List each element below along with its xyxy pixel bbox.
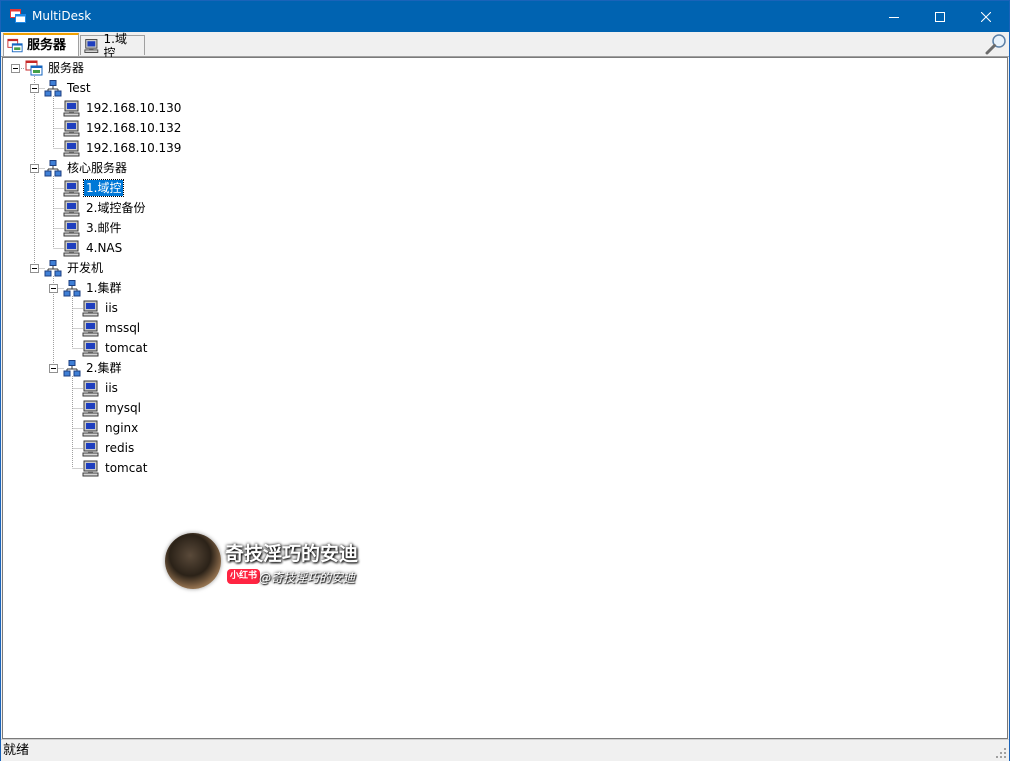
status-text: 就绪: [3, 743, 30, 758]
tree-node-label: 192.168.10.130: [86, 101, 182, 115]
tree-node-label: Test: [67, 81, 91, 95]
tree-node-label: 2.域控备份: [86, 201, 146, 215]
close-icon: [981, 11, 991, 22]
tree-node-label: 192.168.10.132: [86, 121, 182, 135]
network-icon: [63, 280, 81, 297]
resize-grip-icon[interactable]: [995, 747, 1007, 759]
server-tree[interactable]: 服务器 Test 192.168.10.130 192.168.10.132 1…: [2, 57, 1008, 739]
tree-node-label: nginx: [105, 421, 139, 435]
close-button[interactable]: [963, 1, 1009, 32]
watermark-title: 奇技淫巧的安迪: [225, 543, 359, 565]
computer-icon: [63, 240, 81, 257]
tree-node-label: 2.集群: [86, 361, 122, 375]
tree-item-host[interactable]: iis: [82, 378, 120, 398]
tree-subgroup-cluster-1[interactable]: 1.集群: [63, 278, 123, 298]
tree-item-host[interactable]: 2.域控备份: [63, 198, 147, 218]
minimize-button[interactable]: [871, 1, 917, 32]
tree-node-label-selected: 1.域控: [82, 179, 125, 197]
tree-item-host[interactable]: nginx: [82, 418, 140, 438]
tab-servers[interactable]: 服务器: [3, 33, 79, 56]
tree-node-label: 4.NAS: [86, 241, 123, 255]
tree-node-label: iis: [105, 381, 118, 395]
tree-node-label: tomcat: [105, 461, 148, 475]
computer-icon: [82, 300, 100, 317]
tree-node-label: 服务器: [48, 61, 85, 75]
computer-icon: [82, 340, 100, 357]
computer-icon: [82, 320, 100, 337]
tree-root-servers[interactable]: 服务器: [25, 58, 86, 78]
multidesk-window: MultiDesk 服务器 1.域控 服务器 Test 192.168.10.1…: [0, 0, 1010, 761]
collapse-toggle[interactable]: [30, 84, 39, 93]
collapse-toggle[interactable]: [30, 164, 39, 173]
tree-item-host[interactable]: 1.域控: [63, 178, 125, 198]
maximize-button[interactable]: [917, 1, 963, 32]
network-icon: [44, 160, 62, 177]
tree-item-host[interactable]: iis: [82, 298, 120, 318]
tree-item-host[interactable]: tomcat: [82, 338, 149, 358]
status-bar: 就绪: [1, 739, 1009, 761]
tree-item-host[interactable]: 192.168.10.130: [63, 98, 183, 118]
computer-icon: [82, 440, 100, 457]
tree-item-host[interactable]: redis: [82, 438, 136, 458]
computer-icon: [63, 120, 81, 137]
computer-icon: [63, 200, 81, 217]
tree-item-host[interactable]: tomcat: [82, 458, 149, 478]
maximize-icon: [935, 11, 945, 22]
computer-icon: [84, 38, 100, 54]
tree-node-label: mssql: [105, 321, 141, 335]
network-icon: [44, 80, 62, 97]
tree-group-core-servers[interactable]: 核心服务器: [44, 158, 129, 178]
tree-node-label: 192.168.10.139: [86, 141, 182, 155]
tree-node-label: tomcat: [105, 341, 148, 355]
window-title: MultiDesk: [32, 9, 92, 23]
tree-group-dev-machines[interactable]: 开发机: [44, 258, 105, 278]
tree-item-host[interactable]: 192.168.10.139: [63, 138, 183, 158]
collapse-toggle[interactable]: [30, 264, 39, 273]
network-icon: [63, 360, 81, 377]
computer-icon: [82, 380, 100, 397]
tree-node-label: mysql: [105, 401, 141, 415]
computer-icon: [82, 400, 100, 417]
tree-item-host[interactable]: 192.168.10.132: [63, 118, 183, 138]
tab-label: 服务器: [27, 37, 67, 53]
minimize-icon: [889, 16, 899, 18]
watermark: 奇技淫巧的安迪 小红书 @奇技淫巧的安迪: [163, 533, 403, 593]
magnifier-icon[interactable]: [985, 33, 1007, 55]
watermark-handle: @奇技淫巧的安迪: [259, 571, 356, 585]
tab-strip: 服务器 1.域控: [1, 32, 1009, 60]
tab-domain-controller[interactable]: 1.域控: [80, 32, 145, 60]
xiaohongshu-badge: 小红书: [227, 569, 261, 584]
server-group-icon: [7, 38, 23, 54]
collapse-toggle[interactable]: [49, 284, 58, 293]
avatar: [165, 533, 221, 589]
computer-icon: [82, 420, 100, 437]
computer-icon: [82, 460, 100, 477]
tree-item-host[interactable]: mssql: [82, 318, 142, 338]
collapse-toggle[interactable]: [11, 64, 20, 73]
tree-item-host[interactable]: 4.NAS: [63, 238, 124, 258]
network-icon: [44, 260, 62, 277]
tree-node-label: iis: [105, 301, 118, 315]
tree-node-label: redis: [105, 441, 135, 455]
tree-item-host[interactable]: 3.邮件: [63, 218, 123, 238]
server-group-icon: [25, 60, 43, 77]
title-bar[interactable]: MultiDesk: [1, 1, 1009, 32]
tree-subgroup-cluster-2[interactable]: 2.集群: [63, 358, 123, 378]
app-icon: [10, 9, 26, 23]
tree-node-label: 1.集群: [86, 281, 122, 295]
collapse-toggle[interactable]: [49, 364, 58, 373]
tree-node-label: 3.邮件: [86, 221, 122, 235]
computer-icon: [63, 100, 81, 117]
computer-icon: [63, 220, 81, 237]
tree-group-test[interactable]: Test: [44, 78, 93, 98]
tree-item-host[interactable]: mysql: [82, 398, 143, 418]
computer-icon: [63, 180, 81, 197]
tab-label: 1.域控: [103, 31, 127, 60]
computer-icon: [63, 140, 81, 157]
tree-node-label: 开发机: [67, 261, 104, 275]
tree-node-label: 核心服务器: [67, 161, 128, 175]
